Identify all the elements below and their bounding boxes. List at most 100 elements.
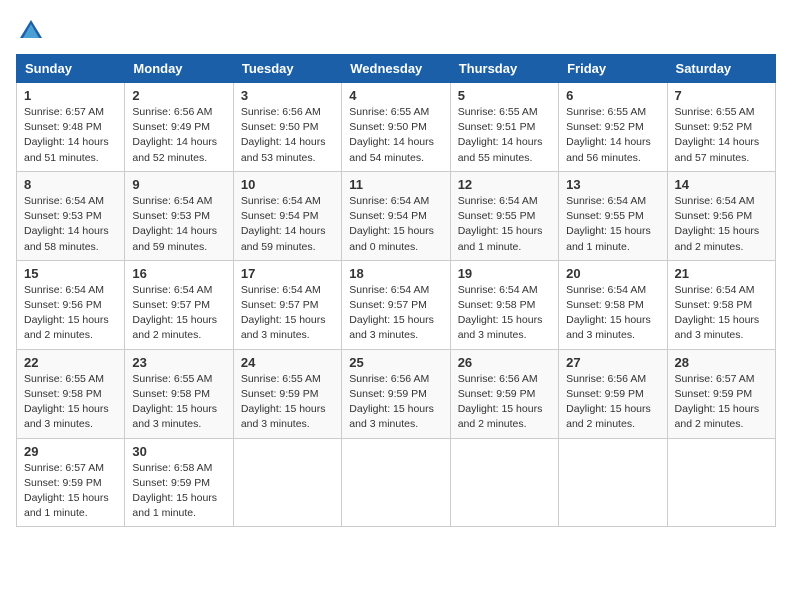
daylight-label: Daylight: 15 hours and 3 minutes.	[566, 314, 651, 341]
calendar-table: SundayMondayTuesdayWednesdayThursdayFrid…	[16, 54, 776, 527]
day-number: 9	[132, 177, 225, 192]
sunrise-label: Sunrise: 6:57 AM	[24, 462, 104, 474]
calendar-week-5: 29 Sunrise: 6:57 AM Sunset: 9:59 PM Dayl…	[17, 438, 776, 527]
sunrise-label: Sunrise: 6:55 AM	[675, 106, 755, 118]
day-number: 19	[458, 266, 551, 281]
daylight-label: Daylight: 14 hours and 59 minutes.	[132, 225, 217, 252]
calendar-header-sunday: Sunday	[17, 55, 125, 83]
sunrise-label: Sunrise: 6:54 AM	[349, 284, 429, 296]
calendar-cell: 9 Sunrise: 6:54 AM Sunset: 9:53 PM Dayli…	[125, 171, 233, 260]
sunrise-label: Sunrise: 6:55 AM	[566, 106, 646, 118]
calendar-cell: 10 Sunrise: 6:54 AM Sunset: 9:54 PM Dayl…	[233, 171, 341, 260]
sunset-label: Sunset: 9:55 PM	[458, 210, 536, 222]
sunrise-label: Sunrise: 6:56 AM	[241, 106, 321, 118]
daylight-label: Daylight: 15 hours and 2 minutes.	[675, 225, 760, 252]
daylight-label: Daylight: 15 hours and 3 minutes.	[675, 314, 760, 341]
sunrise-label: Sunrise: 6:55 AM	[132, 373, 212, 385]
page-header	[16, 16, 776, 46]
cell-content: Sunrise: 6:58 AM Sunset: 9:59 PM Dayligh…	[132, 461, 225, 522]
cell-content: Sunrise: 6:54 AM Sunset: 9:54 PM Dayligh…	[241, 194, 334, 255]
sunset-label: Sunset: 9:59 PM	[675, 388, 753, 400]
calendar-cell: 2 Sunrise: 6:56 AM Sunset: 9:49 PM Dayli…	[125, 83, 233, 172]
calendar-cell	[450, 438, 558, 527]
calendar-cell: 23 Sunrise: 6:55 AM Sunset: 9:58 PM Dayl…	[125, 349, 233, 438]
calendar-cell: 8 Sunrise: 6:54 AM Sunset: 9:53 PM Dayli…	[17, 171, 125, 260]
daylight-label: Daylight: 15 hours and 3 minutes.	[349, 314, 434, 341]
sunrise-label: Sunrise: 6:54 AM	[349, 195, 429, 207]
calendar-cell: 30 Sunrise: 6:58 AM Sunset: 9:59 PM Dayl…	[125, 438, 233, 527]
sunrise-label: Sunrise: 6:55 AM	[24, 373, 104, 385]
daylight-label: Daylight: 15 hours and 2 minutes.	[132, 314, 217, 341]
sunset-label: Sunset: 9:57 PM	[349, 299, 427, 311]
sunset-label: Sunset: 9:52 PM	[675, 121, 753, 133]
day-number: 3	[241, 88, 334, 103]
calendar-cell: 25 Sunrise: 6:56 AM Sunset: 9:59 PM Dayl…	[342, 349, 450, 438]
calendar-cell: 29 Sunrise: 6:57 AM Sunset: 9:59 PM Dayl…	[17, 438, 125, 527]
sunrise-label: Sunrise: 6:56 AM	[132, 106, 212, 118]
day-number: 7	[675, 88, 768, 103]
sunset-label: Sunset: 9:59 PM	[241, 388, 319, 400]
sunset-label: Sunset: 9:58 PM	[675, 299, 753, 311]
calendar-cell: 7 Sunrise: 6:55 AM Sunset: 9:52 PM Dayli…	[667, 83, 775, 172]
calendar-cell: 18 Sunrise: 6:54 AM Sunset: 9:57 PM Dayl…	[342, 260, 450, 349]
calendar-header-tuesday: Tuesday	[233, 55, 341, 83]
calendar-header-row: SundayMondayTuesdayWednesdayThursdayFrid…	[17, 55, 776, 83]
calendar-cell: 6 Sunrise: 6:55 AM Sunset: 9:52 PM Dayli…	[559, 83, 667, 172]
daylight-label: Daylight: 14 hours and 59 minutes.	[241, 225, 326, 252]
sunset-label: Sunset: 9:50 PM	[241, 121, 319, 133]
sunrise-label: Sunrise: 6:54 AM	[458, 195, 538, 207]
sunset-label: Sunset: 9:58 PM	[132, 388, 210, 400]
day-number: 8	[24, 177, 117, 192]
sunrise-label: Sunrise: 6:56 AM	[458, 373, 538, 385]
day-number: 15	[24, 266, 117, 281]
calendar-header-monday: Monday	[125, 55, 233, 83]
sunrise-label: Sunrise: 6:55 AM	[458, 106, 538, 118]
sunrise-label: Sunrise: 6:57 AM	[24, 106, 104, 118]
sunset-label: Sunset: 9:54 PM	[349, 210, 427, 222]
cell-content: Sunrise: 6:54 AM Sunset: 9:53 PM Dayligh…	[24, 194, 117, 255]
sunrise-label: Sunrise: 6:58 AM	[132, 462, 212, 474]
cell-content: Sunrise: 6:54 AM Sunset: 9:55 PM Dayligh…	[458, 194, 551, 255]
calendar-header-thursday: Thursday	[450, 55, 558, 83]
calendar-cell: 22 Sunrise: 6:55 AM Sunset: 9:58 PM Dayl…	[17, 349, 125, 438]
calendar-header-saturday: Saturday	[667, 55, 775, 83]
sunset-label: Sunset: 9:53 PM	[132, 210, 210, 222]
sunrise-label: Sunrise: 6:55 AM	[349, 106, 429, 118]
calendar-cell: 14 Sunrise: 6:54 AM Sunset: 9:56 PM Dayl…	[667, 171, 775, 260]
calendar-cell: 17 Sunrise: 6:54 AM Sunset: 9:57 PM Dayl…	[233, 260, 341, 349]
cell-content: Sunrise: 6:57 AM Sunset: 9:59 PM Dayligh…	[24, 461, 117, 522]
cell-content: Sunrise: 6:54 AM Sunset: 9:56 PM Dayligh…	[675, 194, 768, 255]
daylight-label: Daylight: 15 hours and 2 minutes.	[675, 403, 760, 430]
daylight-label: Daylight: 15 hours and 0 minutes.	[349, 225, 434, 252]
daylight-label: Daylight: 15 hours and 1 minute.	[566, 225, 651, 252]
sunset-label: Sunset: 9:55 PM	[566, 210, 644, 222]
calendar-cell: 4 Sunrise: 6:55 AM Sunset: 9:50 PM Dayli…	[342, 83, 450, 172]
day-number: 13	[566, 177, 659, 192]
day-number: 1	[24, 88, 117, 103]
day-number: 11	[349, 177, 442, 192]
sunrise-label: Sunrise: 6:54 AM	[675, 195, 755, 207]
day-number: 16	[132, 266, 225, 281]
calendar-cell: 5 Sunrise: 6:55 AM Sunset: 9:51 PM Dayli…	[450, 83, 558, 172]
sunrise-label: Sunrise: 6:54 AM	[566, 195, 646, 207]
calendar-cell: 20 Sunrise: 6:54 AM Sunset: 9:58 PM Dayl…	[559, 260, 667, 349]
day-number: 18	[349, 266, 442, 281]
sunset-label: Sunset: 9:59 PM	[132, 477, 210, 489]
calendar-cell: 21 Sunrise: 6:54 AM Sunset: 9:58 PM Dayl…	[667, 260, 775, 349]
cell-content: Sunrise: 6:57 AM Sunset: 9:59 PM Dayligh…	[675, 372, 768, 433]
daylight-label: Daylight: 15 hours and 1 minute.	[24, 492, 109, 519]
calendar-week-4: 22 Sunrise: 6:55 AM Sunset: 9:58 PM Dayl…	[17, 349, 776, 438]
sunrise-label: Sunrise: 6:54 AM	[675, 284, 755, 296]
calendar-cell	[342, 438, 450, 527]
cell-content: Sunrise: 6:54 AM Sunset: 9:58 PM Dayligh…	[566, 283, 659, 344]
day-number: 6	[566, 88, 659, 103]
day-number: 24	[241, 355, 334, 370]
sunset-label: Sunset: 9:57 PM	[241, 299, 319, 311]
sunrise-label: Sunrise: 6:56 AM	[349, 373, 429, 385]
sunset-label: Sunset: 9:57 PM	[132, 299, 210, 311]
logo	[16, 16, 50, 46]
cell-content: Sunrise: 6:54 AM Sunset: 9:55 PM Dayligh…	[566, 194, 659, 255]
cell-content: Sunrise: 6:55 AM Sunset: 9:52 PM Dayligh…	[675, 105, 768, 166]
day-number: 28	[675, 355, 768, 370]
sunset-label: Sunset: 9:51 PM	[458, 121, 536, 133]
